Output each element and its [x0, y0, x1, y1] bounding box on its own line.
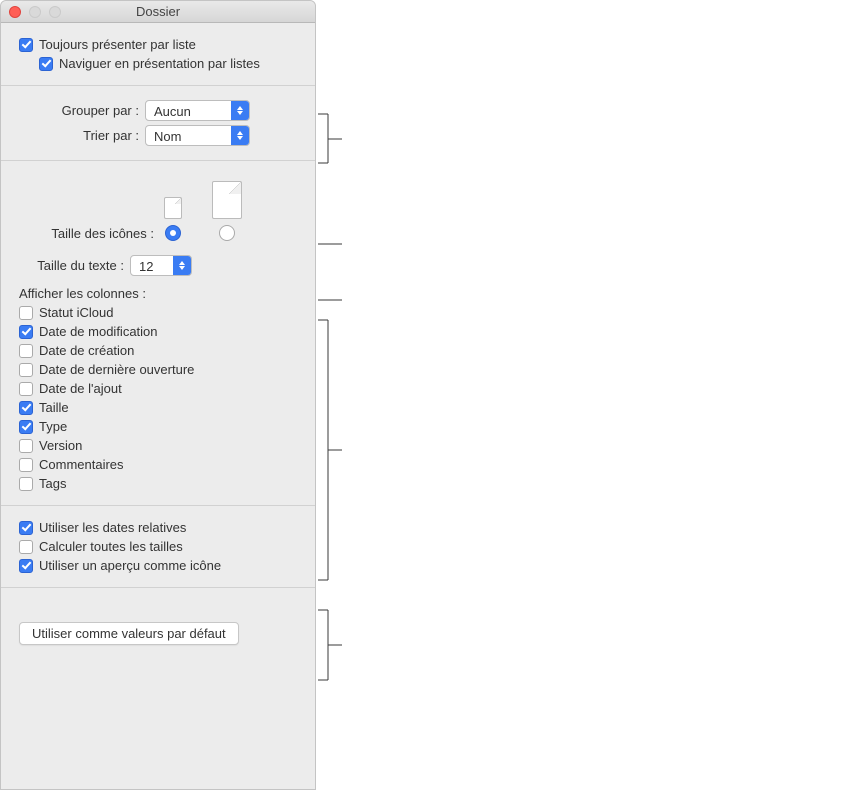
titlebar: Dossier [1, 1, 315, 23]
column-option-label: Date de l'ajout [39, 381, 122, 396]
minimize-icon [29, 6, 41, 18]
checkbox-misc-2[interactable] [19, 559, 33, 573]
checkbox-always-list[interactable] [19, 38, 33, 52]
column-option: Tags [19, 476, 297, 491]
callout-lines [316, 0, 846, 790]
misc-option: Utiliser un aperçu comme icône [19, 558, 297, 573]
text-size-label: Taille du texte : [19, 258, 124, 273]
column-option-label: Tags [39, 476, 66, 491]
misc-option: Utiliser les dates relatives [19, 520, 297, 535]
checkbox-browse-list[interactable] [39, 57, 53, 71]
column-option: Taille [19, 400, 297, 415]
column-option: Version [19, 438, 297, 453]
column-option: Type [19, 419, 297, 434]
group-by-select[interactable]: Aucun [145, 100, 250, 121]
maximize-icon [49, 6, 61, 18]
checkbox-column-7[interactable] [19, 439, 33, 453]
group-by-label: Grouper par : [19, 103, 139, 118]
stepper-arrows-icon [173, 256, 191, 275]
icon-size-group [164, 181, 242, 241]
columns-header: Afficher les colonnes : [19, 286, 297, 301]
checkbox-misc-0[interactable] [19, 521, 33, 535]
misc-option: Calculer toutes les tailles [19, 539, 297, 554]
checkbox-column-9[interactable] [19, 477, 33, 491]
sort-by-label: Trier par : [19, 128, 139, 143]
checkbox-column-1[interactable] [19, 325, 33, 339]
column-option-label: Commentaires [39, 457, 124, 472]
section-view-mode: Toujours présenter par liste Naviguer en… [1, 23, 315, 86]
column-option-label: Date de modification [39, 324, 158, 339]
close-icon[interactable] [9, 6, 21, 18]
text-size-select[interactable]: 12 [130, 255, 192, 276]
sort-by-value: Nom [146, 126, 231, 145]
radio-icon-small[interactable] [165, 225, 181, 241]
column-option: Date de dernière ouverture [19, 362, 297, 377]
use-as-defaults-button[interactable]: Utiliser comme valeurs par défaut [19, 622, 239, 645]
section-default: Utiliser comme valeurs par défaut [1, 608, 315, 655]
checkbox-column-3[interactable] [19, 363, 33, 377]
column-option-label: Taille [39, 400, 69, 415]
traffic-lights [9, 6, 61, 18]
column-option-label: Date de création [39, 343, 134, 358]
column-option-label: Version [39, 438, 82, 453]
view-options-window: Dossier Toujours présenter par liste Nav… [0, 0, 316, 790]
checkbox-column-4[interactable] [19, 382, 33, 396]
section-grouping: Grouper par : Aucun Trier par : Nom [1, 86, 315, 161]
checkbox-always-list-label: Toujours présenter par liste [39, 37, 196, 52]
misc-option-label: Utiliser les dates relatives [39, 520, 186, 535]
file-small-icon [164, 197, 182, 219]
radio-icon-large[interactable] [219, 225, 235, 241]
stepper-arrows-icon [231, 126, 249, 145]
text-size-value: 12 [131, 256, 173, 275]
spacer [1, 588, 315, 608]
checkbox-column-2[interactable] [19, 344, 33, 358]
column-option: Date de création [19, 343, 297, 358]
checkbox-browse-list-label: Naviguer en présentation par listes [59, 56, 260, 71]
checkbox-column-5[interactable] [19, 401, 33, 415]
checkbox-column-8[interactable] [19, 458, 33, 472]
checkbox-misc-1[interactable] [19, 540, 33, 554]
sort-by-select[interactable]: Nom [145, 125, 250, 146]
icon-size-label: Taille des icônes : [19, 226, 154, 241]
section-misc: Utiliser les dates relatives Calculer tou… [1, 506, 315, 588]
column-option-label: Date de dernière ouverture [39, 362, 194, 377]
column-option: Date de modification [19, 324, 297, 339]
section-sizes-columns: Taille des icônes : Taille du texte : 12… [1, 161, 315, 506]
column-option: Statut iCloud [19, 305, 297, 320]
columns-list: Statut iCloud Date de modification Date de… [19, 305, 297, 491]
column-option-label: Type [39, 419, 67, 434]
column-option-label: Statut iCloud [39, 305, 113, 320]
checkbox-column-6[interactable] [19, 420, 33, 434]
misc-option-label: Utiliser un aperçu comme icône [39, 558, 221, 573]
misc-option-label: Calculer toutes les tailles [39, 539, 183, 554]
checkbox-column-0[interactable] [19, 306, 33, 320]
column-option: Commentaires [19, 457, 297, 472]
column-option: Date de l'ajout [19, 381, 297, 396]
stepper-arrows-icon [231, 101, 249, 120]
group-by-value: Aucun [146, 101, 231, 120]
file-large-icon [212, 181, 242, 219]
